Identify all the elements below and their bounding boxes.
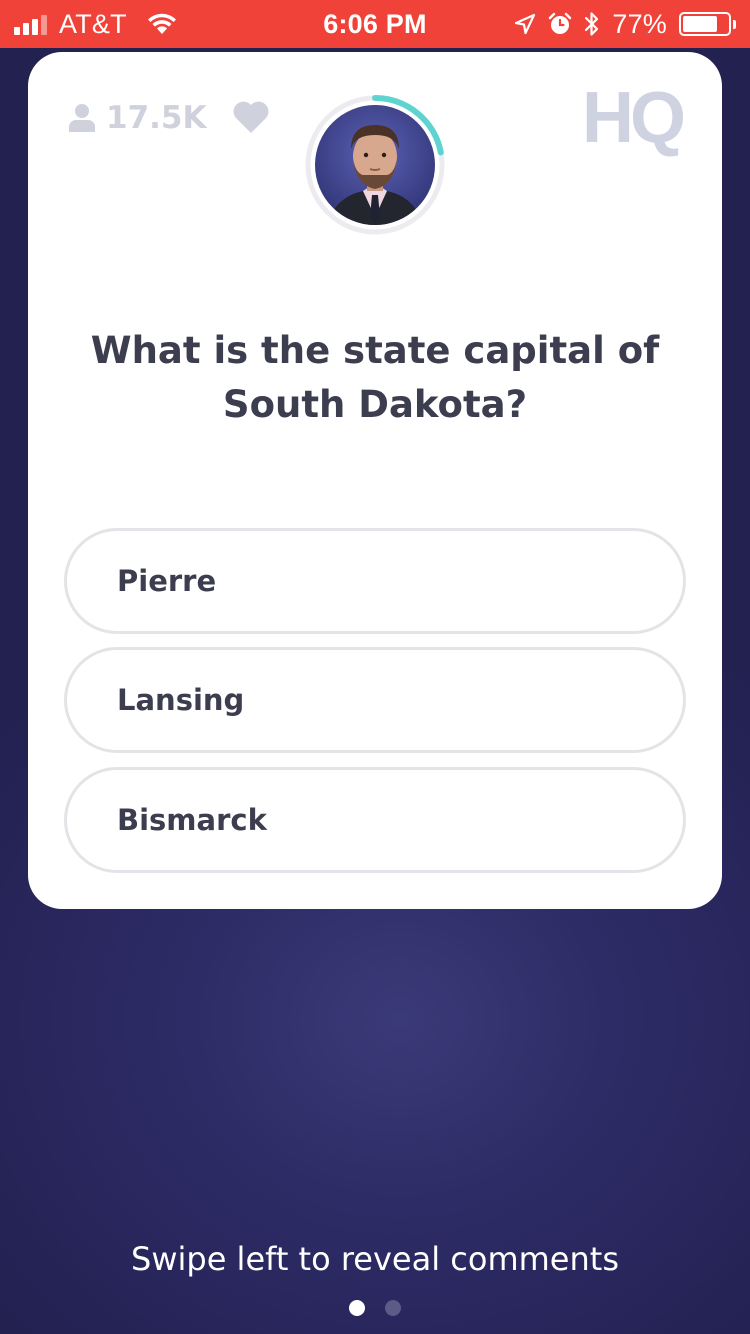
answer-label: Lansing	[117, 683, 245, 717]
page-dot[interactable]	[349, 1300, 365, 1316]
host-photo	[315, 105, 435, 225]
answer-option-2[interactable]: Lansing	[64, 647, 686, 753]
answer-option-3[interactable]: Bismarck	[64, 767, 686, 873]
heart-icon[interactable]	[232, 100, 270, 134]
page-indicator[interactable]	[0, 1300, 750, 1316]
question-text: What is the state capital of South Dakot…	[90, 329, 660, 426]
battery-icon	[679, 12, 736, 36]
viewer-count-label: 17.5K	[106, 100, 207, 136]
bluetooth-icon	[585, 12, 599, 36]
answer-option-1[interactable]: Pierre	[64, 528, 686, 634]
question-card: 17.5K HQ What is the state capital of So…	[28, 52, 722, 909]
status-right: 77%	[514, 0, 736, 48]
viewer-count: 17.5K	[68, 100, 207, 136]
swipe-hint: Swipe left to reveal comments	[131, 1240, 619, 1278]
answer-label: Bismarck	[117, 803, 267, 837]
battery-level	[683, 16, 717, 32]
status-bar: AT&T 6:06 PM 77%	[0, 0, 750, 48]
hq-logo: HQ	[582, 78, 686, 158]
location-icon	[515, 13, 536, 35]
page-dot[interactable]	[385, 1300, 401, 1316]
person-icon	[69, 104, 95, 132]
alarm-icon	[549, 12, 572, 34]
battery-percent: 77%	[612, 8, 667, 39]
host-avatar	[304, 94, 446, 236]
answer-label: Pierre	[117, 564, 217, 598]
